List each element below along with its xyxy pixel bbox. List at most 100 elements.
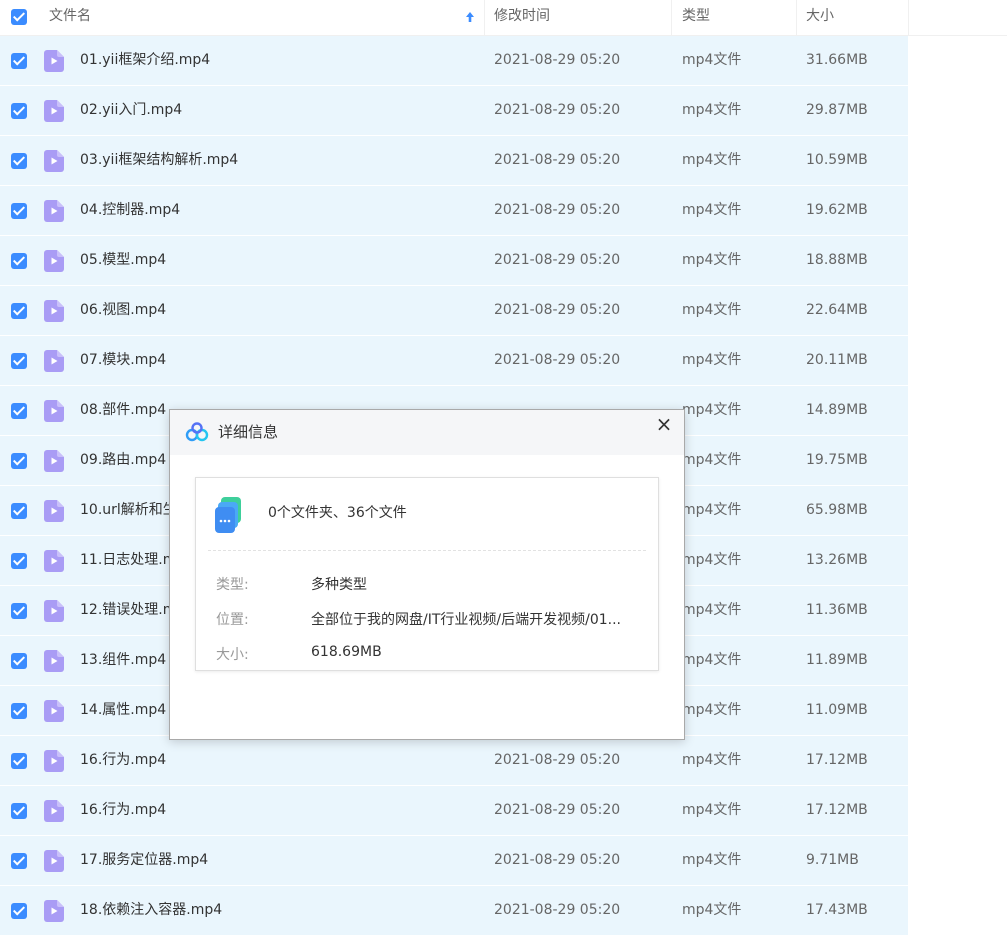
file-size: 17.43MB — [806, 902, 868, 918]
column-header-date[interactable]: 修改时间 — [494, 0, 550, 35]
video-file-icon — [44, 50, 64, 72]
type-label: 类型: — [216, 577, 249, 593]
row-checkbox[interactable] — [11, 803, 27, 819]
file-size: 13.26MB — [806, 552, 868, 568]
file-size: 11.09MB — [806, 702, 868, 718]
table-row[interactable]: 06.视图.mp4 2021-08-29 05:20 mp4文件 22.64MB — [0, 286, 908, 336]
table-row[interactable]: 18.依赖注入容器.mp4 2021-08-29 05:20 mp4文件 17.43M… — [0, 886, 908, 936]
row-checkbox[interactable] — [11, 153, 27, 169]
file-size: 17.12MB — [806, 752, 868, 768]
table-row[interactable]: 17.服务定位器.mp4 2021-08-29 05:20 mp4文件 9.71MB — [0, 836, 908, 886]
file-type: mp4文件 — [682, 602, 742, 618]
row-checkbox[interactable] — [11, 853, 27, 869]
file-name[interactable]: 02.yii入门.mp4 — [80, 86, 480, 135]
file-type: mp4文件 — [682, 852, 742, 868]
row-checkbox[interactable] — [11, 703, 27, 719]
file-type: mp4文件 — [682, 452, 742, 468]
list-header: 文件名 修改时间 类型 大小 — [0, 0, 1007, 36]
row-checkbox[interactable] — [11, 403, 27, 419]
row-checkbox[interactable] — [11, 253, 27, 269]
column-header-type[interactable]: 类型 — [682, 0, 710, 35]
video-file-icon — [44, 550, 64, 572]
file-date: 2021-08-29 05:20 — [494, 752, 621, 768]
file-size: 19.75MB — [806, 452, 868, 468]
file-name[interactable]: 01.yii框架介绍.mp4 — [80, 36, 480, 85]
row-checkbox[interactable] — [11, 753, 27, 769]
divider — [208, 550, 646, 551]
column-header-size[interactable]: 大小 — [806, 0, 834, 35]
file-type: mp4文件 — [682, 902, 742, 918]
table-row[interactable]: 01.yii框架介绍.mp4 2021-08-29 05:20 mp4文件 31.66… — [0, 36, 908, 86]
file-date: 2021-08-29 05:20 — [494, 902, 621, 918]
file-date: 2021-08-29 05:20 — [494, 202, 621, 218]
file-date: 2021-08-29 05:20 — [494, 152, 621, 168]
row-checkbox[interactable] — [11, 103, 27, 119]
file-size: 20.11MB — [806, 352, 868, 368]
baidu-netdisk-logo-icon — [185, 422, 209, 442]
file-name[interactable]: 17.服务定位器.mp4 — [80, 836, 480, 885]
file-type: mp4文件 — [682, 52, 742, 68]
file-type: mp4文件 — [682, 102, 742, 118]
file-date: 2021-08-29 05:20 — [494, 252, 621, 268]
file-name[interactable]: 04.控制器.mp4 — [80, 186, 480, 235]
row-checkbox[interactable] — [11, 553, 27, 569]
video-file-icon — [44, 700, 64, 722]
video-file-icon — [44, 900, 64, 922]
row-checkbox[interactable] — [11, 503, 27, 519]
file-name[interactable]: 03.yii框架结构解析.mp4 — [80, 136, 480, 185]
file-name[interactable]: 16.行为.mp4 — [80, 786, 480, 835]
file-date: 2021-08-29 05:20 — [494, 352, 621, 368]
file-type: mp4文件 — [682, 152, 742, 168]
file-type: mp4文件 — [682, 202, 742, 218]
column-header-name[interactable]: 文件名 — [49, 0, 91, 35]
video-file-icon — [44, 600, 64, 622]
file-type: mp4文件 — [682, 302, 742, 318]
row-checkbox[interactable] — [11, 653, 27, 669]
file-size: 14.89MB — [806, 402, 868, 418]
table-row[interactable]: 07.模块.mp4 2021-08-29 05:20 mp4文件 20.11MB — [0, 336, 908, 386]
video-file-icon — [44, 100, 64, 122]
table-row[interactable]: 04.控制器.mp4 2021-08-29 05:20 mp4文件 19.62MB — [0, 186, 908, 236]
row-checkbox[interactable] — [11, 203, 27, 219]
file-size: 11.89MB — [806, 652, 868, 668]
table-row[interactable]: 16.行为.mp4 2021-08-29 05:20 mp4文件 17.12MB — [0, 736, 908, 786]
file-name[interactable]: 05.模型.mp4 — [80, 236, 480, 285]
file-type: mp4文件 — [682, 352, 742, 368]
table-row[interactable]: 02.yii入门.mp4 2021-08-29 05:20 mp4文件 29.87MB — [0, 86, 908, 136]
close-icon[interactable]: × — [652, 412, 676, 436]
table-row[interactable]: 16.行为.mp4 2021-08-29 05:20 mp4文件 17.12MB — [0, 786, 908, 836]
selection-summary: 0个文件夹、36个文件 — [268, 505, 407, 521]
select-all-checkbox[interactable] — [11, 9, 27, 25]
sort-ascending-icon[interactable] — [463, 9, 477, 25]
file-size: 10.59MB — [806, 152, 868, 168]
file-type: mp4文件 — [682, 552, 742, 568]
video-file-icon — [44, 500, 64, 522]
dialog-title: 详细信息 — [218, 423, 279, 441]
type-value: 多种类型 — [311, 577, 367, 593]
row-checkbox[interactable] — [11, 53, 27, 69]
table-row[interactable]: 03.yii框架结构解析.mp4 2021-08-29 05:20 mp4文件 10.… — [0, 136, 908, 186]
file-date: 2021-08-29 05:20 — [494, 302, 621, 318]
file-size: 11.36MB — [806, 602, 868, 618]
row-checkbox[interactable] — [11, 603, 27, 619]
file-type: mp4文件 — [682, 252, 742, 268]
video-file-icon — [44, 650, 64, 672]
file-name[interactable]: 18.依赖注入容器.mp4 — [80, 886, 480, 935]
video-file-icon — [44, 300, 64, 322]
file-name[interactable]: 06.视图.mp4 — [80, 286, 480, 335]
file-name[interactable]: 07.模块.mp4 — [80, 336, 480, 385]
video-file-icon — [44, 750, 64, 772]
dialog-header: 详细信息 × — [170, 410, 684, 455]
table-row[interactable]: 05.模型.mp4 2021-08-29 05:20 mp4文件 18.88MB — [0, 236, 908, 286]
row-checkbox[interactable] — [11, 303, 27, 319]
row-checkbox[interactable] — [11, 453, 27, 469]
file-name[interactable]: 16.行为.mp4 — [80, 736, 480, 785]
file-type: mp4文件 — [682, 652, 742, 668]
video-file-icon — [44, 800, 64, 822]
row-checkbox[interactable] — [11, 903, 27, 919]
file-type: mp4文件 — [682, 402, 742, 418]
file-size: 65.98MB — [806, 502, 868, 518]
location-label: 位置: — [216, 612, 249, 628]
row-checkbox[interactable] — [11, 353, 27, 369]
file-size: 18.88MB — [806, 252, 868, 268]
